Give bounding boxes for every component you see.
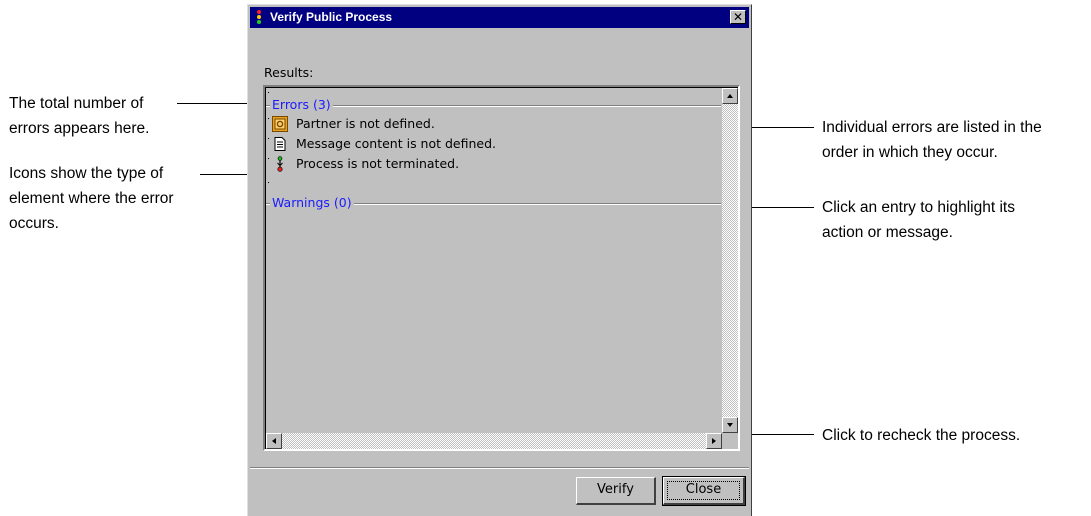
arrow-down-icon <box>727 423 733 427</box>
callout-line: Icons show the type of <box>9 165 164 182</box>
list-item[interactable]: Process is not terminated. <box>270 154 710 174</box>
results-list[interactable]: Errors (3) Partner is not defined. Messa… <box>263 85 740 451</box>
warnings-group-label: Warnings (0) <box>270 195 354 211</box>
callout-individual-errors: Individual errors are listed in the orde… <box>822 115 1042 165</box>
verify-button[interactable]: Verify <box>576 477 656 505</box>
scroll-left-button[interactable] <box>266 433 282 449</box>
partner-icon <box>272 116 288 132</box>
warnings-group-header[interactable]: Warnings (0) <box>266 195 721 211</box>
list-item[interactable]: Partner is not defined. <box>270 114 710 134</box>
error-text: Message content is not defined. <box>296 136 497 151</box>
callout-icons-type: Icons show the type of element where the… <box>9 161 174 236</box>
error-text: Process is not terminated. <box>296 156 460 171</box>
callout-line: The total number of <box>9 95 144 112</box>
close-button[interactable]: Close <box>662 476 746 506</box>
verify-button-label: Verify <box>597 482 634 497</box>
arrow-up-icon <box>727 94 733 98</box>
callout-line: Click to recheck the process. <box>822 427 1021 444</box>
results-label: Results: <box>264 65 314 80</box>
scroll-right-button[interactable] <box>706 433 722 449</box>
horizontal-scrollbar[interactable] <box>266 433 722 449</box>
callout-line: order in which they occur. <box>822 144 998 161</box>
list-item[interactable]: Message content is not defined. <box>270 134 710 154</box>
scroll-up-button[interactable] <box>722 88 738 104</box>
callout-click-entry: Click an entry to highlight its action o… <box>822 195 1015 245</box>
close-icon: ✕ <box>732 10 744 24</box>
button-separator <box>250 467 749 469</box>
process-flow-icon <box>272 156 288 172</box>
callout-line: errors appears here. <box>9 120 150 137</box>
callout-line: Individual errors are listed in the <box>822 119 1042 136</box>
vertical-scrollbar[interactable] <box>722 88 738 433</box>
errors-group-label: Errors (3) <box>270 97 333 113</box>
callout-total-errors: The total number of errors appears here. <box>9 91 149 141</box>
callout-line: element where the error <box>9 190 174 207</box>
arrow-left-icon <box>272 438 276 444</box>
scrollbar-corner <box>722 433 738 449</box>
close-window-button[interactable]: ✕ <box>730 10 746 24</box>
title-bar[interactable]: Verify Public Process ✕ <box>250 7 749 28</box>
message-document-icon <box>272 136 288 152</box>
errors-group-header[interactable]: Errors (3) <box>266 97 721 113</box>
callout-line: Click an entry to highlight its <box>822 199 1015 216</box>
close-button-label: Close <box>685 482 722 497</box>
dialog-title: Verify Public Process <box>270 10 393 24</box>
callout-line: action or message. <box>822 224 953 241</box>
arrow-right-icon <box>712 438 716 444</box>
callout-line: occurs. <box>9 215 59 232</box>
scroll-down-button[interactable] <box>722 417 738 433</box>
traffic-light-icon <box>254 9 264 26</box>
error-text: Partner is not defined. <box>296 116 435 131</box>
callout-recheck: Click to recheck the process. <box>822 423 1020 448</box>
verify-dialog: Verify Public Process ✕ Results: Errors … <box>247 4 752 516</box>
